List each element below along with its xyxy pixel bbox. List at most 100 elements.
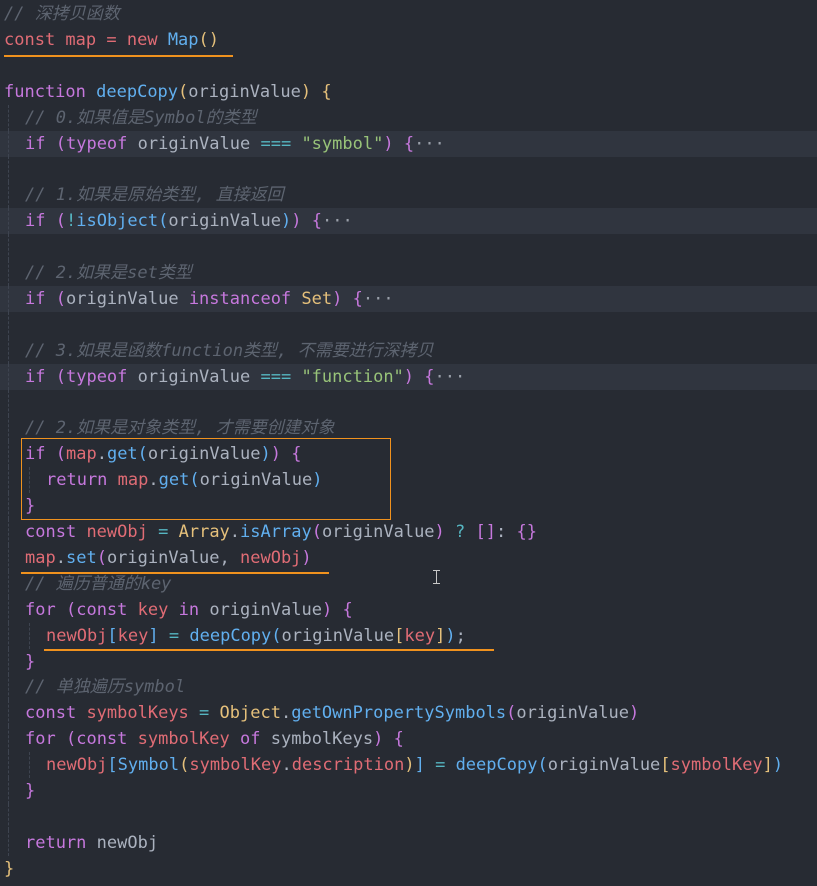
code-token: { xyxy=(321,81,332,102)
code-token: = xyxy=(435,755,446,776)
code-line[interactable] xyxy=(0,803,817,830)
code-line[interactable]: // 单独遍历symbol xyxy=(0,674,817,701)
code-line[interactable]: if (originValue instanceof Set) {··· xyxy=(0,285,817,312)
code-token: : xyxy=(496,522,517,542)
code-token: isArray xyxy=(240,522,312,542)
code-line[interactable]: // 1.如果是原始类型, 直接返回 xyxy=(0,182,817,209)
code-line[interactable]: // 0.如果值是Symbol的类型 xyxy=(0,104,817,131)
code-token: Set xyxy=(301,288,333,309)
code-line[interactable]: if (typeof originValue === "symbol") {··… xyxy=(0,130,817,157)
code-text: } xyxy=(4,856,14,882)
indent-guide xyxy=(8,130,9,157)
code-token: if xyxy=(25,211,46,232)
code-line[interactable]: for (const symbolKey of symbolKeys) { xyxy=(0,726,817,753)
code-token: Array xyxy=(178,522,230,542)
code-token: if xyxy=(25,366,46,387)
code-token: key xyxy=(137,599,169,620)
code-text: for (const key in originValue) { xyxy=(25,597,353,623)
indent-guide xyxy=(8,234,9,261)
code-token: for xyxy=(25,729,56,750)
code-text: const symbolKeys = Object.getOwnProperty… xyxy=(25,700,639,726)
code-line[interactable]: } xyxy=(0,648,817,675)
indent-guide xyxy=(8,648,9,675)
indent-guide xyxy=(8,311,9,338)
code-text: // 1.如果是原始类型, 直接返回 xyxy=(25,182,284,208)
indent-guide xyxy=(8,726,9,753)
code-line[interactable]: // 遍历普通的key xyxy=(0,570,817,597)
indent-guide xyxy=(8,674,9,701)
code-token: // 单独遍历symbol xyxy=(25,677,186,698)
code-token: ) xyxy=(280,211,292,232)
code-token: symbolKey xyxy=(189,755,282,776)
fold-ellipsis[interactable]: ··· xyxy=(322,211,353,231)
code-editor[interactable]: // 深拷贝函数 const map = new Map() function de… xyxy=(0,0,817,886)
code-token: for xyxy=(25,599,56,620)
fold-ellipsis[interactable]: ··· xyxy=(363,289,394,309)
code-line[interactable]: } xyxy=(0,856,817,882)
code-text: if (typeof originValue === "symbol") {··… xyxy=(25,131,445,157)
code-line[interactable]: // 3.如果是函数function类型, 不需要进行深拷贝 xyxy=(0,337,817,364)
code-line[interactable]: // 深拷贝函数 xyxy=(0,1,817,27)
code-token: . xyxy=(280,703,292,724)
code-line[interactable]: newObj[key] = deepCopy(originValue[key])… xyxy=(0,622,817,649)
code-line[interactable] xyxy=(0,311,817,338)
code-token: } xyxy=(4,858,15,879)
code-token: ( xyxy=(65,729,77,750)
code-token: ) xyxy=(403,366,415,387)
code-token: { xyxy=(393,729,404,750)
code-line[interactable]: return newObj xyxy=(0,829,817,856)
code-token: newObj xyxy=(240,547,302,568)
code-line[interactable]: if (!isObject(originValue)) {··· xyxy=(0,208,817,235)
code-line[interactable]: // 2.如果是set类型 xyxy=(0,260,817,286)
code-token: ( xyxy=(65,599,77,620)
indent-guide xyxy=(8,519,9,545)
code-line[interactable]: const newObj = Array.isArray(originValue… xyxy=(0,519,817,545)
fold-ellipsis[interactable]: ··· xyxy=(435,367,466,387)
indent-guide xyxy=(8,622,9,649)
code-token: const xyxy=(25,522,77,542)
code-line[interactable]: const symbolKeys = Object.getOwnProperty… xyxy=(0,700,817,727)
code-text: if (typeof originValue === "function") {… xyxy=(25,364,465,390)
code-token: set xyxy=(65,547,97,568)
code-line[interactable]: newObj[Symbol(symbolKey.description)] = … xyxy=(0,752,817,779)
code-token: Map xyxy=(167,29,199,50)
code-token: newObj xyxy=(46,755,108,776)
code-token: return xyxy=(25,832,87,853)
code-text: const map = new Map() xyxy=(4,27,219,53)
highlight-underline-map-set xyxy=(21,572,329,574)
indent-guide xyxy=(8,337,9,364)
indent-guide xyxy=(8,467,9,494)
code-text: // 遍历普通的key xyxy=(25,571,171,597)
code-token: new xyxy=(126,29,158,50)
code-line[interactable]: function deepCopy(originValue) { xyxy=(0,79,817,105)
fold-ellipsis[interactable]: ··· xyxy=(414,134,445,154)
code-line[interactable] xyxy=(0,156,817,183)
code-token: ) xyxy=(321,599,333,620)
code-line[interactable] xyxy=(0,234,817,261)
code-token: ( xyxy=(55,133,66,154)
code-line[interactable] xyxy=(0,389,817,416)
code-line[interactable]: if (typeof originValue === "function") {… xyxy=(0,363,817,390)
code-line[interactable]: map.set(originValue, newObj) xyxy=(0,544,817,571)
code-token: ) xyxy=(332,288,343,309)
code-token: ) xyxy=(404,755,415,776)
code-line[interactable]: for (const key in originValue) { xyxy=(0,596,817,623)
code-line[interactable]: } xyxy=(0,778,817,804)
code-line[interactable]: const map = new Map() xyxy=(0,27,817,53)
code-text: if (!isObject(originValue)) {··· xyxy=(25,208,353,234)
code-token: deepCopy xyxy=(189,625,272,646)
code-token: ] xyxy=(148,625,159,646)
code-token: ( xyxy=(55,211,66,232)
code-token: if xyxy=(25,288,46,309)
